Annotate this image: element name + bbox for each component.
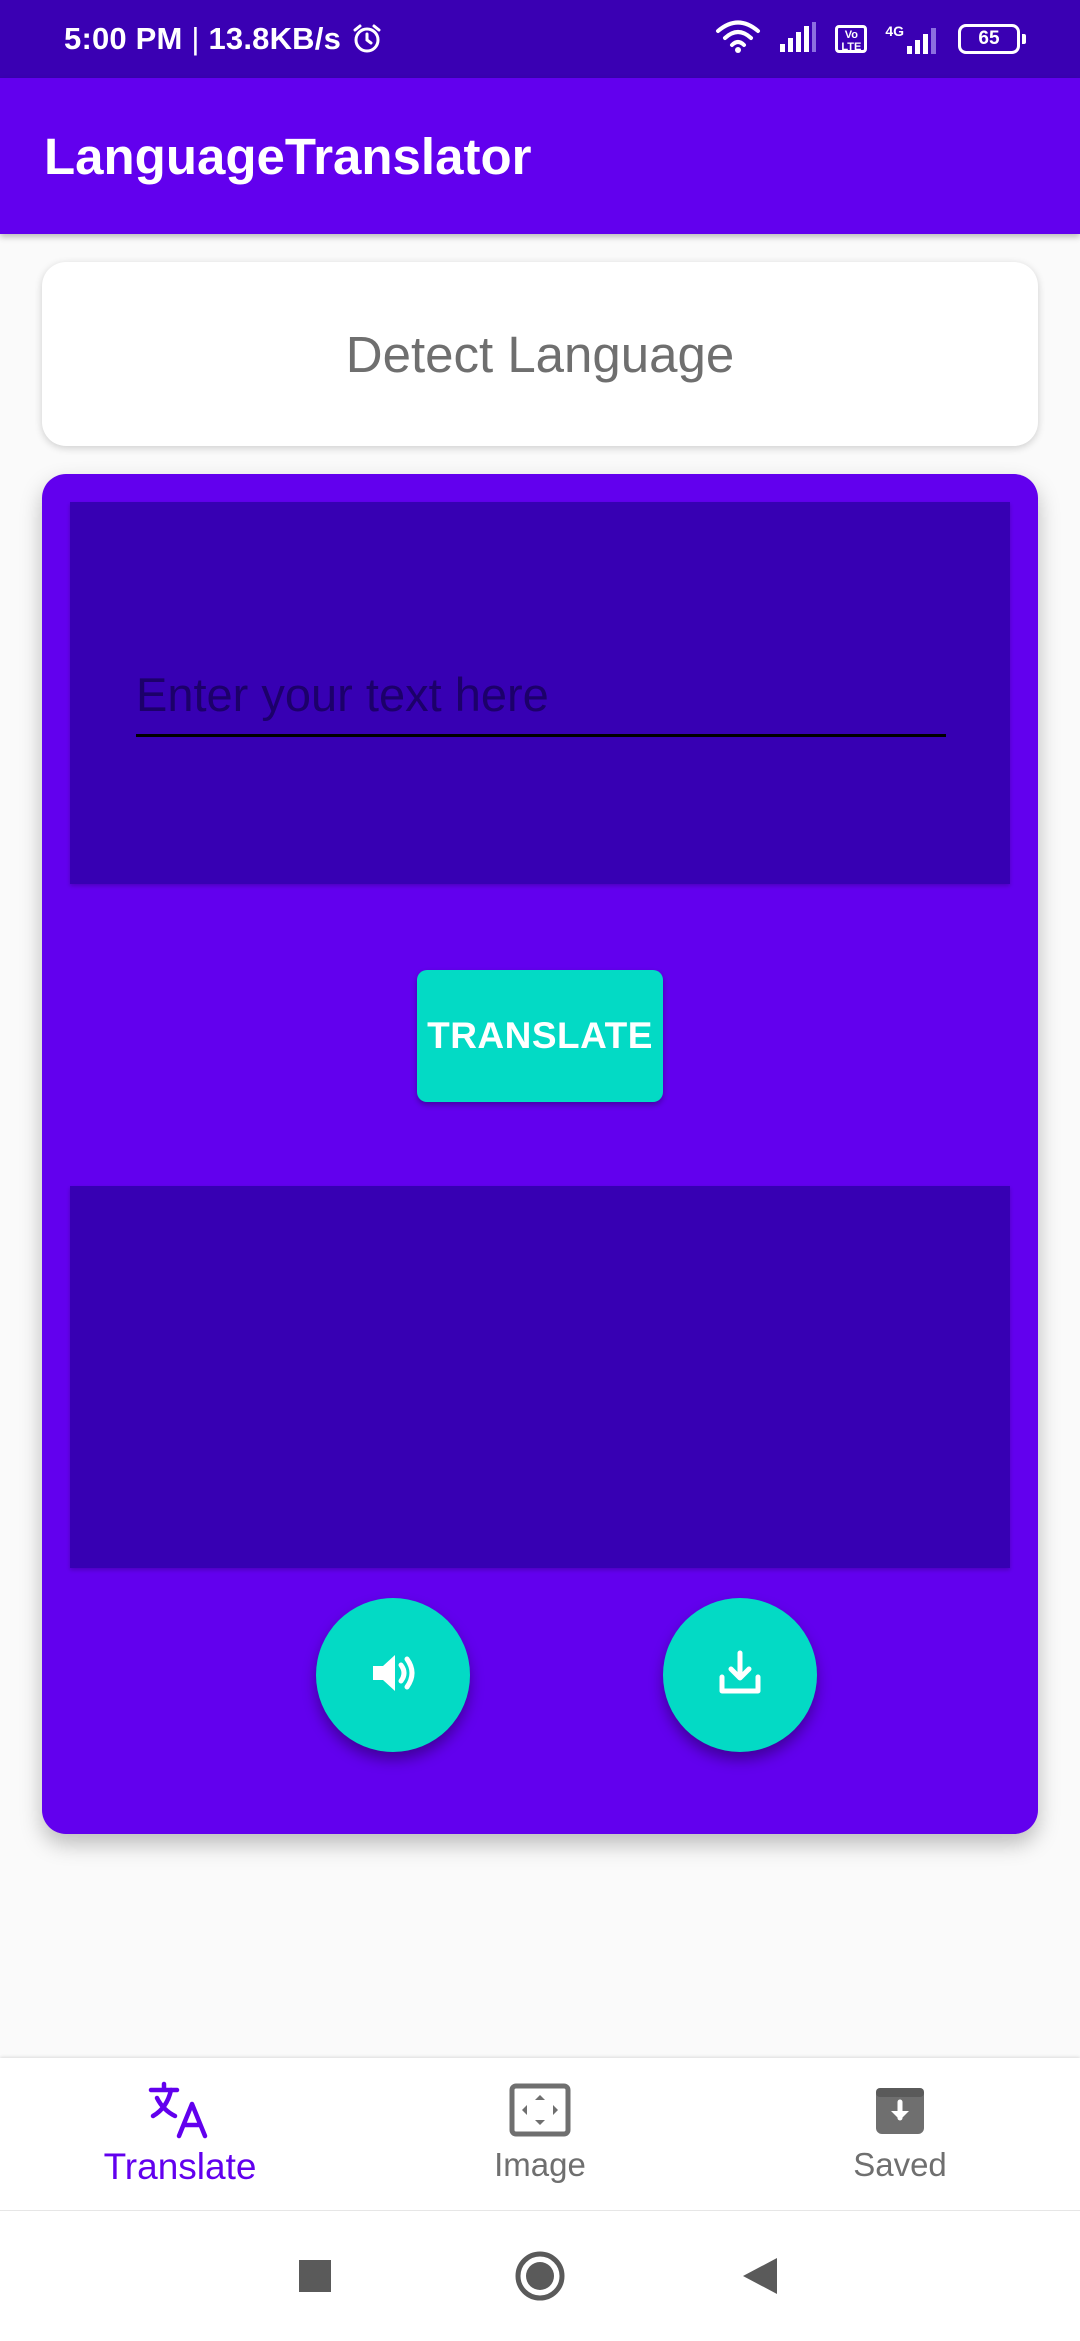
status-bar: 5:00 PM | 13.8KB/s Vo LTE 4G 65 <box>0 0 1080 78</box>
translator-card: TRANSLATE <box>42 474 1038 1834</box>
translate-button-label: TRANSLATE <box>427 1015 653 1056</box>
speak-button[interactable] <box>316 1598 470 1752</box>
system-navigation-bar <box>0 2210 1080 2341</box>
download-icon <box>712 1645 768 1706</box>
translate-button[interactable]: TRANSLATE <box>417 970 663 1102</box>
volte-icon: Vo LTE <box>835 25 868 53</box>
recent-apps-icon[interactable] <box>285 2211 345 2341</box>
app-bar: LanguageTranslator <box>0 78 1080 234</box>
nav-item-image[interactable]: Image <box>420 2058 660 2210</box>
source-text-input[interactable] <box>136 654 946 737</box>
translate-icon <box>147 2078 213 2142</box>
signal-icon <box>779 21 817 57</box>
status-time: 5:00 PM <box>64 21 183 56</box>
bottom-navigation: Translate Image Saved <box>0 2058 1080 2210</box>
home-icon[interactable] <box>510 2211 570 2341</box>
signal-4g-icon: 4G <box>885 24 940 54</box>
translation-output <box>70 1186 1010 1568</box>
status-left: 5:00 PM | 13.8KB/s <box>64 0 383 78</box>
wifi-icon <box>715 20 761 59</box>
detect-language-label: Detect Language <box>345 325 735 383</box>
nav-label-translate: Translate <box>103 2146 257 2187</box>
nav-item-translate[interactable]: Translate <box>60 2058 300 2210</box>
battery-icon: 65 <box>958 24 1026 54</box>
archive-icon <box>872 2078 928 2142</box>
save-translation-button[interactable] <box>663 1598 817 1752</box>
alarm-icon <box>351 23 383 55</box>
battery-level: 65 <box>978 28 1000 49</box>
nav-item-saved[interactable]: Saved <box>780 2058 1020 2210</box>
status-right: Vo LTE 4G 65 <box>715 0 1026 78</box>
back-icon[interactable] <box>730 2211 790 2341</box>
detect-language-button[interactable]: Detect Language <box>42 262 1038 446</box>
nav-label-image: Image <box>494 2146 586 2183</box>
network-type-label: 4G <box>885 23 904 39</box>
volume-icon <box>365 1645 421 1706</box>
status-separator: | <box>182 21 209 56</box>
input-container <box>70 502 1010 884</box>
app-title: LanguageTranslator <box>44 127 532 185</box>
status-net-speed: 13.8KB/s <box>208 21 342 56</box>
nav-label-saved: Saved <box>853 2146 947 2183</box>
image-scan-icon <box>509 2078 571 2142</box>
